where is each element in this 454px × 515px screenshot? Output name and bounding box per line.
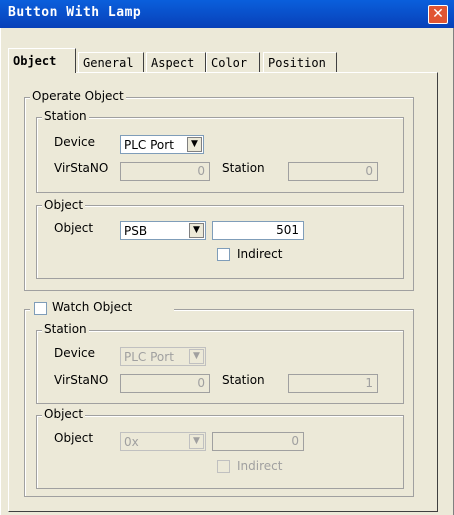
watch-object-legend: Watch Object: [30, 300, 174, 318]
watch-device-label: Device: [54, 346, 96, 360]
title-bar: Button With Lamp ✕: [0, 0, 454, 29]
watch-device-select[interactable]: PLC Port ▼: [120, 347, 206, 366]
device-value: PLC Port: [124, 138, 174, 152]
object-label: Object: [54, 221, 94, 235]
object-address-input[interactable]: 501: [212, 221, 304, 240]
watch-object-subgroup: [36, 415, 404, 489]
tab-label: Aspect: [151, 56, 195, 70]
tab-label: Object: [13, 54, 57, 68]
tab-general[interactable]: General: [78, 52, 144, 72]
device-select[interactable]: PLC Port ▼: [120, 135, 204, 154]
chevron-down-icon[interactable]: ▼: [189, 223, 204, 238]
object-type-value: PSB: [124, 224, 148, 238]
watch-object-sublegend: Object: [42, 407, 86, 421]
tab-color[interactable]: Color: [206, 52, 260, 72]
window-title: Button With Lamp: [8, 5, 142, 20]
watch-indirect-label: Indirect: [237, 459, 283, 473]
device-label: Device: [54, 135, 96, 149]
watch-object-address-field[interactable]: 0: [212, 432, 304, 451]
indirect-checkbox[interactable]: [217, 248, 230, 261]
tab-label: General: [83, 56, 134, 70]
chevron-down-icon[interactable]: ▼: [189, 349, 204, 364]
watch-object-type-value: 0x: [124, 435, 139, 449]
operate-station-legend: Station: [42, 109, 89, 123]
tab-label: Color: [211, 56, 248, 70]
watch-virstano-label: VirStaNO: [54, 373, 109, 387]
watch-object-type-select[interactable]: 0x ▼: [120, 432, 206, 451]
close-button[interactable]: ✕: [428, 5, 448, 24]
indirect-label: Indirect: [237, 247, 283, 261]
station-field[interactable]: 0: [288, 162, 378, 181]
tab-label: Position: [268, 56, 326, 70]
operate-station-group: [36, 117, 404, 193]
chevron-down-icon[interactable]: ▼: [189, 434, 204, 449]
chevron-down-icon[interactable]: ▼: [187, 137, 202, 152]
watch-object-label: Watch Object: [52, 300, 133, 314]
watch-station-label: Station: [222, 373, 265, 387]
operate-object-subgroup: [36, 205, 404, 279]
watch-indirect-checkbox[interactable]: [217, 460, 230, 473]
watch-virstano-field[interactable]: 0: [120, 374, 210, 393]
watch-object-checkbox[interactable]: [34, 302, 47, 315]
watch-station-legend: Station: [42, 322, 89, 336]
station-label: Station: [222, 161, 265, 175]
virstano-field[interactable]: 0: [120, 162, 210, 181]
operate-object-legend: Operate Object: [30, 89, 126, 103]
virstano-label: VirStaNO: [54, 161, 109, 175]
close-icon: ✕: [432, 6, 444, 22]
operate-object-sublegend: Object: [42, 198, 86, 212]
tab-object[interactable]: Object: [8, 48, 76, 73]
tab-position[interactable]: Position: [263, 52, 337, 72]
tab-aspect[interactable]: Aspect: [146, 52, 206, 72]
object-type-select[interactable]: PSB ▼: [120, 221, 206, 240]
watch-object-label-2: Object: [54, 431, 94, 445]
watch-station-field[interactable]: 1: [288, 374, 378, 393]
watch-device-value: PLC Port: [124, 350, 174, 364]
